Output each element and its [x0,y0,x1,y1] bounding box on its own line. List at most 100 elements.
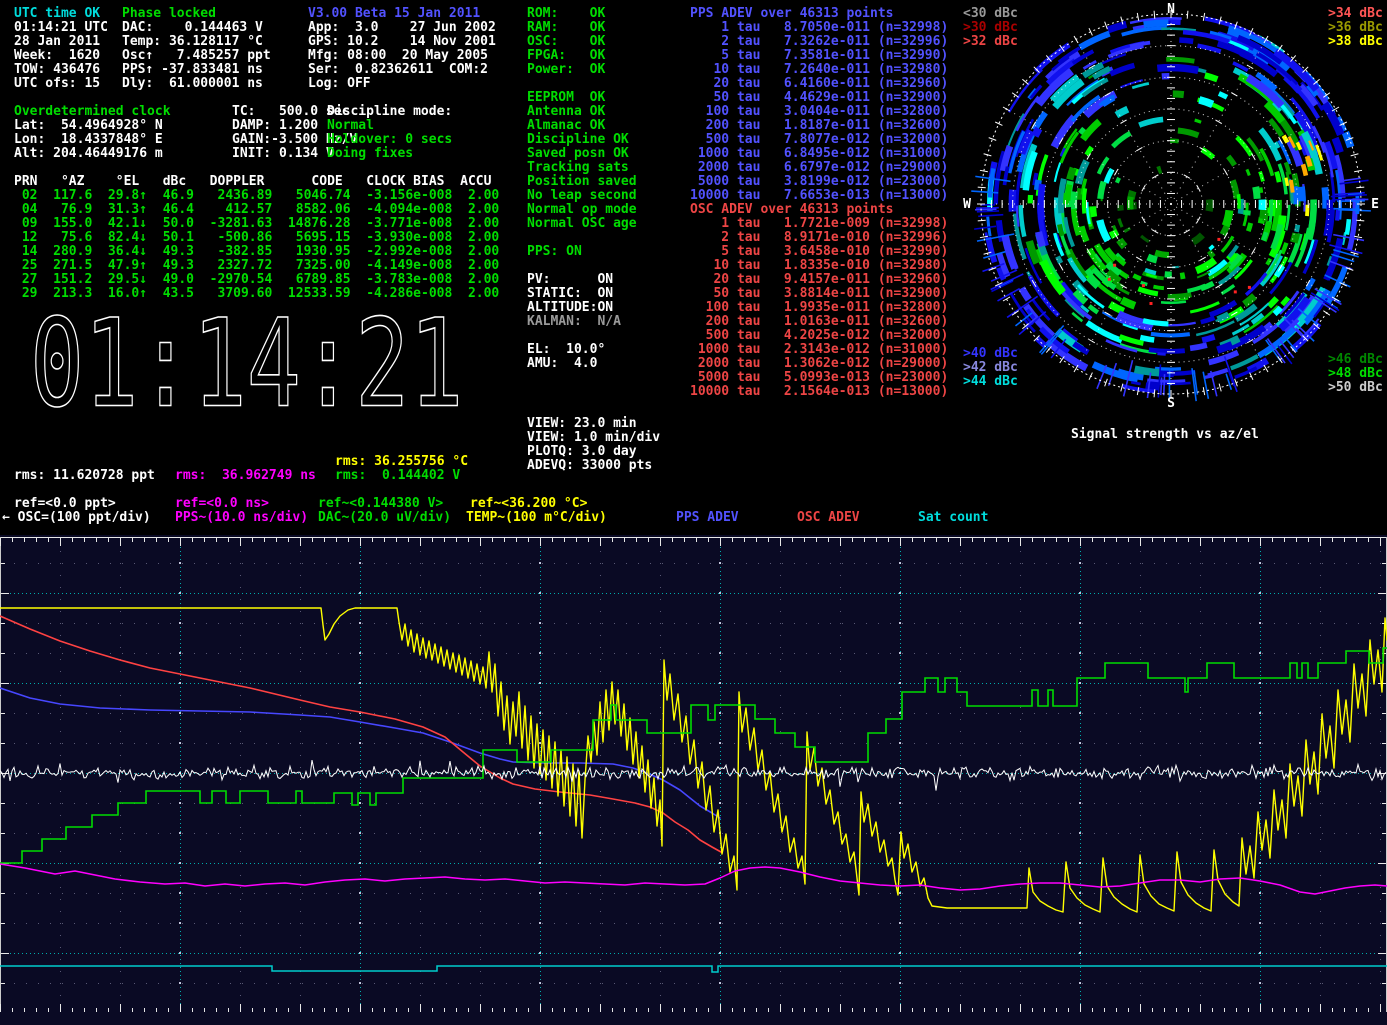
legend-gt38dbc: >38 dBc [1328,35,1383,49]
discipline-mode-block-1: Holdover: 0 secs [327,133,452,147]
sat-table-rows-1: 04 76.9 31.3↑ 46.4 412.57 8582.06 -4.094… [14,203,499,217]
osc-adev-table-9: 500 tau 4.2025e-012 (n=32000) [690,329,948,343]
legend-gt32dbc: >32 dBc [963,35,1018,49]
view-block-2: PLOTQ: 3.0 day [527,445,660,459]
pps-adev-table-7: 100 tau 3.0404e-011 (n=32800) [690,105,948,119]
osc-adev-table-4: 10 tau 1.8335e-010 (n=32980) [690,259,948,273]
temp-scale: TEMP~(100 m°C/div) [466,511,607,525]
compass-s: S [1167,396,1175,411]
phase-block-2: Osc↑ 7.485257 ppt [122,49,271,63]
sat-count-legend: Sat count [918,511,988,525]
pps-adev-table-2: 2 tau 7.3262e-011 (n=32996) [690,35,948,49]
legend-gt42dbc: >42 dBc [963,361,1018,375]
osc-adev-table-3: 5 tau 3.6458e-010 (n=32990) [690,245,948,259]
osc-adev-table-12: 5000 tau 5.0993e-013 (n=23000) [690,371,948,385]
fix-modes-2: ALTITUDE:ON [527,301,613,315]
pps-scale: PPS~(10.0 ns/div) [175,511,308,525]
version-block-3: Ser: 0.82362611 COM:2 [308,63,496,77]
utc-status: UTC time OK [14,7,100,21]
osc-scale: ← OSC=(100 ppt/div) [2,511,151,525]
phase-block-3: PPS↑ -37.833481 ns [122,63,271,77]
osc-adev-table-10: 1000 tau 2.3143e-012 (n=31000) [690,343,948,357]
view-block: VIEW: 23.0 minVIEW: 1.0 min/divPLOTQ: 3.… [527,417,660,473]
legend-gt36dbc: >36 dBc [1328,21,1383,35]
status-flags-9: Normal OSC age [527,217,637,231]
compass-n: N [1167,2,1175,17]
temp-ref: ref~<36.200 °C> [470,497,587,511]
osc-adev-table-0: OSC ADEV over 46313 points [690,203,948,217]
sat-table-rows-0: 02 117.6 29.8↑ 46.9 2436.89 5046.74 -3.1… [14,189,499,203]
compass-w: W [963,197,971,212]
el-amu-block-1: AMU: 4.0 [527,357,605,371]
osc-adev-table-5: 20 tau 9.4157e-011 (n=32960) [690,273,948,287]
sat-table-rows-5: 25 271.5 47.9↑ 49.3 2327.72 7325.00 -4.1… [14,259,499,273]
utc-time-block: 01:14:21 UTC28 Jan 2011Week: 1620TOW: 43… [14,21,108,91]
hw-status-block-0: ROM: OK [527,7,605,21]
position-block-0: Lat: 54.4964928° N [14,119,163,133]
el-amu-block: EL: 10.0°AMU: 4.0 [527,343,605,371]
legend-gt40dbc: >40 dBc [963,347,1018,361]
status-flags-8: Normal op mode [527,203,637,217]
osc-adev-table-11: 2000 tau 1.3062e-012 (n=29000) [690,357,948,371]
legend-gt34dbc: >34 dBc [1328,7,1383,21]
rms-pps: rms: 36.962749 ns [175,469,316,483]
version-block-1: GPS: 10.2 14 Nov 2001 [308,35,496,49]
fix-modes: PV: ONSTATIC: ONALTITUDE:ON [527,273,613,315]
kalman-status: KALMAN: N/A [527,315,621,329]
status-flags-4: Saved posn OK [527,147,637,161]
legend-gt30dbc: >30 dBc [963,21,1018,35]
pps-adev-table-4: 10 tau 7.2640e-011 (n=32980) [690,63,948,77]
view-block-3: ADEVQ: 33000 pts [527,459,660,473]
fix-modes-0: PV: ON [527,273,613,287]
sat-table-rows-6: 27 151.2 29.5↓ 49.0 -2970.54 6789.85 -3.… [14,273,499,287]
version-block-2: Mfg: 08:00 20 May 2005 [308,49,496,63]
version-block: App: 3.0 27 Jun 2002GPS: 10.2 14 Nov 200… [308,21,496,91]
discipline-mode-block-0: Normal [327,119,452,133]
status-flags: EEPROM OKAntenna OKAlmanac OKDiscipline … [527,91,637,231]
pps-adev-table-5: 20 tau 6.4160e-011 (n=32960) [690,77,948,91]
pps-status: PPS: ON [527,245,582,259]
legend-gt50dbc: >50 dBc [1328,381,1383,395]
status-flags-2: Almanac OK [527,119,637,133]
osc-ref: ref=<0.0 ppt> [14,497,116,511]
pps-adev-table: PPS ADEV over 46313 points 1 tau 8.7050e… [690,7,948,203]
rms-dac: rms: 0.144402 V [335,469,460,483]
discipline-mode-label: Discipline mode: [327,105,452,119]
status-flags-0: EEPROM OK [527,91,637,105]
pps-adev-table-13: 10000 tau 7.6653e-013 (n=13000) [690,189,948,203]
osc-adev-table-2: 2 tau 8.9171e-010 (n=32996) [690,231,948,245]
compass-e: E [1371,197,1379,212]
view-block-0: VIEW: 23.0 min [527,417,660,431]
pps-adev-table-1: 1 tau 8.7050e-011 (n=32998) [690,21,948,35]
phase-status: Phase locked [122,7,216,21]
hw-status-block: ROM: OKRAM: OKOSC: OKFPGA: OKPower: OK [527,7,605,77]
osc-adev-table-13: 10000 tau 2.1564e-013 (n=13000) [690,385,948,399]
position-block: Lat: 54.4964928° NLon: 18.4337848° EAlt:… [14,119,163,161]
hw-status-block-4: Power: OK [527,63,605,77]
utc-time-block-0: 01:14:21 UTC [14,21,108,35]
osc-adev-table-1: 1 tau 1.7721e-009 (n=32998) [690,217,948,231]
osc-adev-table: OSC ADEV over 46313 points 1 tau 1.7721e… [690,203,948,399]
utc-time-block-2: Week: 1620 [14,49,108,63]
status-flags-6: Position saved [527,175,637,189]
hw-status-block-3: FPGA: OK [527,49,605,63]
status-flags-7: No leap second [527,189,637,203]
history-plot [0,535,1387,1025]
rms-temp: rms: 36.255756 °C [335,455,468,469]
sat-table-rows: 02 117.6 29.8↑ 46.9 2436.89 5046.74 -3.1… [14,189,499,301]
sat-table-rows-7: 29 213.3 16.0↑ 43.5 3709.60 12533.59 -4.… [14,287,499,301]
dac-scale: DAC~(20.0 uV/div) [318,511,451,525]
pps-adev-legend: PPS ADEV [676,511,739,525]
legend-gt46dbc: >46 dBc [1328,353,1383,367]
pps-adev-table-12: 5000 tau 3.8199e-012 (n=23000) [690,175,948,189]
rms-osc: rms: 11.620728 ppt [14,469,155,483]
discipline-mode-block-2: Doing fixes [327,147,452,161]
sat-table-rows-4: 14 280.9 36.4↓ 49.3 -382.85 1930.95 -2.9… [14,245,499,259]
osc-adev-table-7: 100 tau 1.9935e-011 (n=32800) [690,301,948,315]
status-flags-5: Tracking sats [527,161,637,175]
legend-gt48dbc: >48 dBc [1328,367,1383,381]
phase-block-1: Temp: 36.128117 °C [122,35,271,49]
hw-status-block-1: RAM: OK [527,21,605,35]
status-flags-1: Antenna OK [527,105,637,119]
utc-time-block-4: UTC ofs: 15 [14,77,108,91]
